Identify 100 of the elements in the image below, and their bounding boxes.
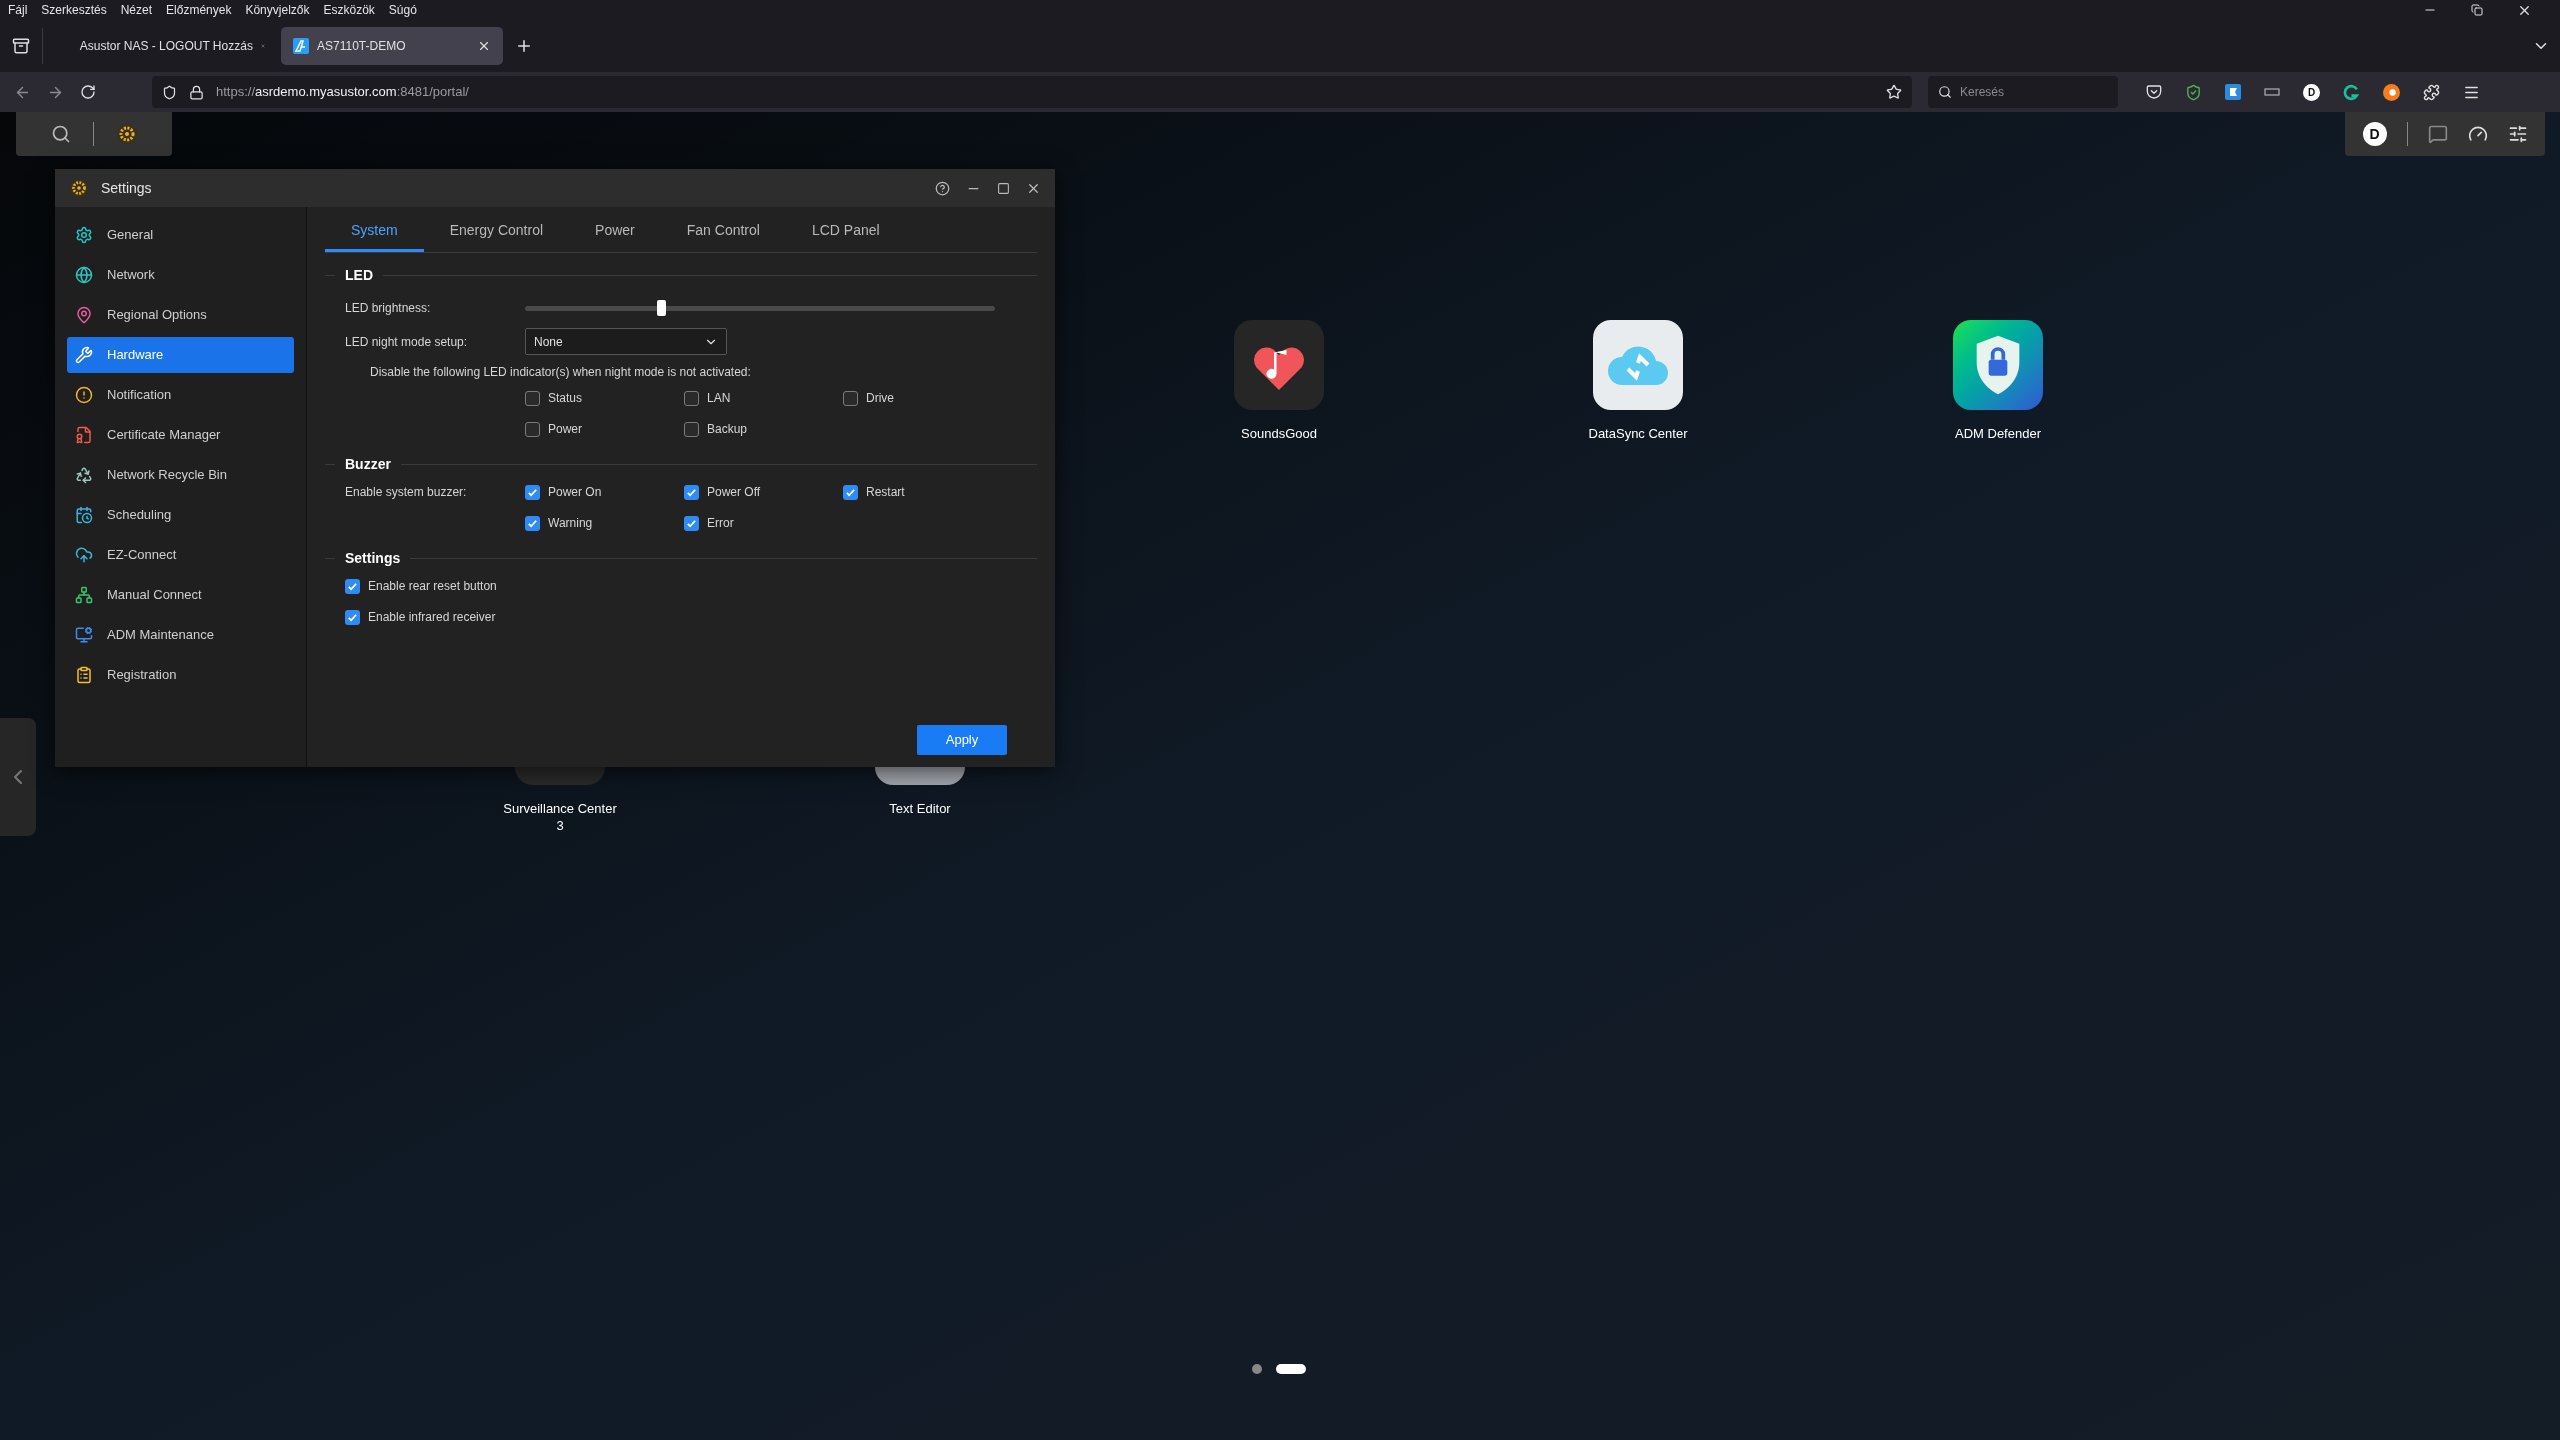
window-title: Settings — [101, 178, 152, 198]
settings-tab[interactable]: Power — [569, 212, 661, 252]
reload-icon[interactable] — [80, 84, 96, 100]
new-tab-icon[interactable] — [515, 37, 533, 55]
bookmark-star-icon[interactable] — [1886, 84, 1902, 100]
checkbox-label: Power Off — [707, 484, 761, 501]
sidebar-item-icon — [75, 426, 93, 444]
search-input[interactable]: Keresés — [1960, 83, 2100, 101]
checkmark-icon — [686, 517, 697, 529]
sidebar-item-icon — [75, 346, 93, 364]
menu-item[interactable]: Súgó — [388, 1, 417, 19]
sidebar-item[interactable]: Regional Options — [67, 297, 294, 333]
tab-list-icon[interactable] — [12, 37, 30, 55]
sidebar-item[interactable]: EZ-Connect — [67, 537, 294, 573]
checkbox-label: Restart — [866, 484, 905, 501]
shield-icon — [162, 84, 177, 100]
sidebar-item-icon — [75, 506, 93, 524]
settings-tab[interactable]: Fan Control — [660, 212, 786, 252]
settings-tab[interactable]: System — [325, 212, 424, 252]
section-heading: Settings — [345, 549, 401, 568]
page-indicator[interactable] — [1276, 1364, 1306, 1374]
app-label: SoundsGood — [1240, 425, 1318, 442]
cloud-sync-icon[interactable] — [1593, 320, 1683, 410]
browser-tab[interactable]: Asustor NAS - LOGOUT Hozzás — [55, 27, 277, 65]
sidebar-item[interactable]: Manual Connect — [67, 577, 294, 613]
help-icon[interactable] — [935, 180, 950, 196]
sidebar-item[interactable]: Network Recycle Bin — [67, 457, 294, 493]
sidebar-item[interactable]: ADM Maintenance — [67, 617, 294, 653]
shield-lock-icon[interactable] — [1953, 320, 2043, 410]
apply-button[interactable]: Apply — [917, 725, 1007, 755]
shield-check-icon[interactable] — [2185, 83, 2202, 101]
browser-tab[interactable]: AS7110T-DEMO — [281, 27, 503, 65]
ruler-icon[interactable] — [2264, 86, 2280, 98]
maximize-icon[interactable] — [997, 181, 1010, 195]
gear-icon[interactable] — [115, 123, 138, 145]
sidebar-item[interactable]: Scheduling — [67, 497, 294, 533]
sidebar-item[interactable]: Hardware — [67, 337, 294, 373]
sidebar-item-icon — [75, 386, 93, 404]
g-extension-icon[interactable] — [2343, 83, 2360, 101]
checkbox[interactable] — [525, 484, 540, 500]
menu-item[interactable]: Nézet — [120, 1, 153, 19]
settings-tab[interactable]: LCD Panel — [785, 212, 906, 252]
pocket-icon[interactable] — [2146, 84, 2162, 100]
sidebar-item[interactable]: Registration — [67, 657, 294, 693]
browser-extension-icon[interactable] — [2383, 83, 2400, 101]
side-handle[interactable] — [0, 718, 36, 836]
checkbox[interactable] — [345, 609, 360, 625]
section-heading: LED — [345, 266, 373, 285]
checkbox[interactable] — [843, 484, 858, 500]
checkbox[interactable] — [345, 578, 360, 594]
sidebar-item-icon — [75, 466, 93, 484]
menu-item[interactable]: Eszközök — [323, 1, 375, 19]
checkmark-icon — [527, 486, 538, 498]
night-mode-dropdown[interactable]: None — [525, 328, 727, 355]
sidebar-item[interactable]: General — [67, 217, 294, 253]
search-icon — [1938, 85, 1952, 99]
checkbox-label: LAN — [707, 390, 731, 407]
slider-thumb[interactable] — [657, 300, 667, 316]
app-label: Text Editor — [888, 800, 952, 817]
address-bar[interactable]: https://asrdemo.myasustor.com:8481/portal/ — [152, 76, 1912, 108]
extension-badge[interactable]: D — [2303, 83, 2320, 101]
chat-icon[interactable] — [2427, 124, 2448, 144]
menu-item[interactable]: Előzmények — [166, 1, 232, 19]
sidebar-item[interactable]: Notification — [67, 377, 294, 413]
checkbox[interactable] — [684, 390, 699, 406]
flag-extension-icon[interactable] — [2225, 84, 2241, 100]
sidebar-item-icon — [75, 306, 93, 324]
checkbox-label: Error — [707, 515, 734, 532]
search-field[interactable]: Keresés — [1928, 76, 2118, 108]
field-label: LED night mode setup: — [344, 333, 469, 351]
checkbox[interactable] — [843, 390, 858, 406]
sidebar-item[interactable]: Certificate Manager — [67, 417, 294, 453]
instruction-text: Disable the following LED indicator(s) when night mode is not activated: — [369, 364, 752, 381]
checkbox[interactable] — [525, 421, 540, 437]
checkbox[interactable] — [525, 390, 540, 406]
brightness-slider[interactable] — [525, 300, 995, 316]
menu-item[interactable]: Fájl — [8, 1, 28, 19]
menu-item[interactable]: Szerkesztés — [41, 1, 107, 19]
field-label: Enable system buzzer: — [344, 484, 468, 501]
gauge-icon[interactable] — [2467, 124, 2488, 144]
checkbox[interactable] — [684, 484, 699, 500]
checkbox[interactable] — [684, 515, 699, 531]
tab-title: Asustor NAS - LOGOUT Hozzás — [79, 38, 253, 55]
checkbox[interactable] — [525, 515, 540, 531]
checkmark-icon — [527, 517, 538, 529]
sidebar-item[interactable]: Network — [67, 257, 294, 293]
user-avatar[interactable]: D — [2362, 122, 2387, 146]
checkbox-label: Drive — [866, 390, 894, 407]
checkbox-label: Backup — [707, 421, 748, 438]
checkbox[interactable] — [684, 421, 699, 437]
restore-icon[interactable] — [2471, 4, 2483, 16]
gear-icon — [69, 178, 89, 198]
search-icon[interactable] — [50, 124, 71, 144]
sliders-icon[interactable] — [2507, 124, 2528, 144]
menu-item[interactable]: Könyvjelzők — [245, 1, 310, 19]
close-tab-icon[interactable] — [477, 39, 491, 53]
settings-tab[interactable]: Energy Control — [423, 212, 570, 252]
checkbox-label: Enable infrared receiver — [368, 609, 496, 626]
extensions-icon[interactable] — [2423, 83, 2440, 101]
sidebar-item-icon — [75, 586, 93, 604]
